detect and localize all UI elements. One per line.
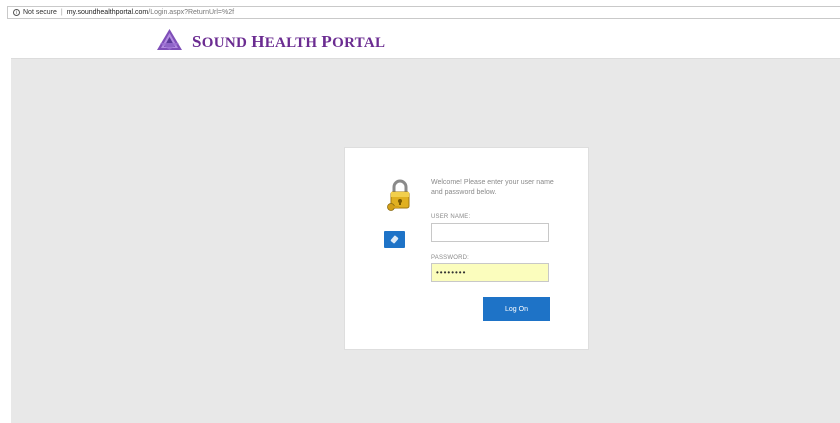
url-host[interactable]: my.soundhealthportal.com — [67, 9, 149, 16]
url-path[interactable]: /Login.aspx?ReturnUrl=%2f — [148, 9, 234, 16]
password-input[interactable] — [431, 263, 549, 282]
security-label[interactable]: Not secure — [23, 9, 57, 16]
info-icon[interactable]: i — [13, 9, 20, 16]
logo-icon[interactable] — [157, 29, 182, 50]
address-bar[interactable]: i Not secure | my.soundhealthportal.com /… — [7, 6, 840, 19]
key-icon — [390, 235, 399, 244]
brand-title[interactable]: SOUND HEALTH PORTAL — [192, 32, 385, 52]
username-label: USER NAME: — [431, 214, 471, 220]
site-header: SOUND HEALTH PORTAL — [0, 20, 840, 58]
address-separator: | — [60, 9, 63, 16]
username-input[interactable] — [431, 223, 549, 242]
password-label: PASSWORD: — [431, 255, 470, 261]
log-on-button[interactable]: Log On — [483, 297, 550, 321]
welcome-text: Welcome! Please enter your user name and… — [431, 179, 554, 196]
key-button[interactable] — [384, 231, 405, 248]
lock-icon — [387, 179, 410, 211]
